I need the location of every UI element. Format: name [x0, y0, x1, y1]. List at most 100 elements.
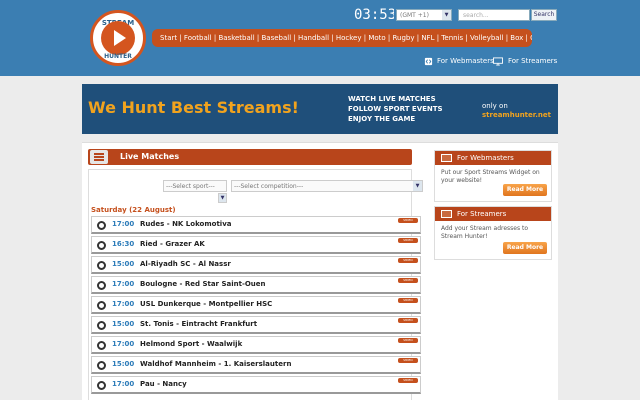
video-badge: VIDEO [398, 218, 418, 223]
nav-item-volleyball[interactable]: Volleyball [470, 34, 504, 42]
match-time: 17:00 [112, 340, 135, 348]
nav-item-baseball[interactable]: Baseball [261, 34, 291, 42]
video-badge: VIDEO [398, 318, 418, 323]
sport-select[interactable]: ---Select sport--- ▼ [163, 180, 227, 203]
nav-item-start[interactable]: Start [160, 34, 177, 42]
match-title[interactable]: Rudes - NK Lokomotiva [140, 220, 231, 228]
nav-separator: | [177, 34, 184, 42]
timezone-select[interactable]: (GMT +1) ▼ [396, 9, 452, 21]
match-title[interactable]: St. Tonis - Eintracht Frankfurt [140, 320, 257, 328]
streamers-box: For Streamers Add your Stream adresses t… [434, 206, 552, 260]
live-matches-title: Live Matches [120, 152, 180, 161]
video-badge: VIDEO [398, 298, 418, 303]
match-row[interactable]: 15:00 Al-Riyadh SC - Al Nassr VIDEO [91, 256, 421, 274]
timezone-value: (GMT +1) [400, 12, 429, 19]
nav-item-basketball[interactable]: Basketball [218, 34, 254, 42]
menu-icon[interactable] [90, 150, 108, 164]
match-row[interactable]: 17:00 Helmond Sport - Waalwijk VIDEO [91, 336, 421, 354]
match-title[interactable]: Pau - Nancy [140, 380, 187, 388]
live-matches-header: Live Matches [88, 149, 412, 165]
nav-item-rugby[interactable]: Rugby [392, 34, 414, 42]
nav-item-handball[interactable]: Handball [298, 34, 329, 42]
banner-tagline-1: WATCH LIVE MATCHES [348, 95, 436, 103]
soccer-ball-icon [97, 361, 106, 370]
soccer-ball-icon [97, 221, 106, 230]
webmasters-read-more-button[interactable]: Read More [503, 184, 547, 196]
video-badge: VIDEO [398, 378, 418, 383]
match-title[interactable]: USL Dunkerque - Montpellier HSC [140, 300, 272, 308]
nav-item-others[interactable]: Others [530, 34, 532, 42]
webmasters-box-header: For Webmasters [435, 151, 551, 165]
chevron-down-icon[interactable]: ▼ [413, 181, 422, 191]
banner-headline: We Hunt Best Streams! [88, 98, 299, 117]
search-button[interactable]: Search [531, 9, 557, 21]
match-title[interactable]: Waldhof Mannheim - 1. Kaiserslautern [140, 360, 291, 368]
site-logo[interactable]: STREAM HUNTER [90, 10, 146, 66]
match-time: 15:00 [112, 360, 135, 368]
header-link-streamers[interactable]: For Streamers [492, 56, 557, 66]
competition-select-value: ---Select competition--- [234, 183, 304, 190]
match-title[interactable]: Helmond Sport - Waalwijk [140, 340, 242, 348]
match-time: 17:00 [112, 380, 135, 388]
logo-text-bottom: HUNTER [104, 53, 132, 60]
streamers-box-text: Add your Stream adresses to Stream Hunte… [441, 225, 529, 240]
nav-item-moto[interactable]: Moto [368, 34, 385, 42]
chevron-down-icon[interactable]: ▼ [218, 193, 227, 203]
match-title[interactable]: Ried - Grazer AK [140, 240, 205, 248]
promo-banner[interactable]: We Hunt Best Streams! WATCH LIVE MATCHES… [82, 84, 558, 134]
nav-item-tennis[interactable]: Tennis [441, 34, 463, 42]
webmasters-box-title: For Webmasters [457, 154, 514, 162]
sport-select-value: ---Select sport--- [166, 183, 215, 190]
header-link-webmasters[interactable]: For Webmasters [424, 56, 494, 66]
video-badge: VIDEO [398, 338, 418, 343]
banner-tagline-3: ENJOY THE GAME [348, 115, 416, 123]
nav-item-box[interactable]: Box [510, 34, 523, 42]
webmasters-box: For Webmasters Put our Sport Streams Wid… [434, 150, 552, 202]
soccer-ball-icon [97, 341, 106, 350]
soccer-ball-icon [97, 261, 106, 270]
match-title[interactable]: Boulogne - Red Star Saint-Ouen [140, 280, 266, 288]
nav-separator: | [291, 34, 298, 42]
streamers-box-title: For Streamers [457, 210, 507, 218]
match-time: 16:30 [112, 240, 135, 248]
banner-only-on: only on [482, 102, 508, 110]
match-row[interactable]: 15:00 St. Tonis - Eintracht Frankfurt VIDE… [91, 316, 421, 334]
match-row[interactable]: 15:00 Waldhof Mannheim - 1. Kaiserslauter… [91, 356, 421, 374]
streamers-read-more-button[interactable]: Read More [503, 242, 547, 254]
banner-site-name: streamhunter.net [482, 111, 551, 119]
nav-item-nfl[interactable]: NFL [421, 34, 434, 42]
match-row[interactable]: 17:00 USL Dunkerque - Montpellier HSC VIDE… [91, 296, 421, 314]
match-title[interactable]: Al-Riyadh SC - Al Nassr [140, 260, 231, 268]
match-list: 17:00 Rudes - NK Lokomotiva VIDEO 16:30 Ried… [91, 216, 421, 396]
nav-item-hockey[interactable]: Hockey [336, 34, 362, 42]
video-badge: VIDEO [398, 238, 418, 243]
monitor-icon [441, 210, 452, 218]
streamers-box-header: For Streamers [435, 207, 551, 221]
nav-item-football[interactable]: Football [184, 34, 212, 42]
video-badge: VIDEO [398, 358, 418, 363]
match-row[interactable]: 16:30 Ried - Grazer AK VIDEO [91, 236, 421, 254]
match-row[interactable]: 17:00 Rudes - NK Lokomotiva VIDEO [91, 216, 421, 234]
banner-site: only on streamhunter.net [482, 102, 551, 120]
soccer-ball-icon [97, 241, 106, 250]
banner-tagline-2: FOLLOW SPORT EVENTS [348, 105, 443, 113]
nav-separator: | [463, 34, 470, 42]
chevron-down-icon[interactable]: ▼ [442, 10, 451, 20]
video-badge: VIDEO [398, 278, 418, 283]
search-input[interactable]: search... [458, 9, 530, 21]
header-link-streamers-label: For Streamers [508, 57, 558, 65]
nav-separator: | [329, 34, 336, 42]
match-time: 15:00 [112, 320, 135, 328]
live-matches-panel: ---Select sport--- ▼ ---Select competiti… [88, 169, 423, 400]
competition-select[interactable]: ---Select competition--- ▼ [231, 180, 423, 192]
match-row[interactable]: 17:00 Pau - Nancy VIDEO [91, 376, 421, 394]
soccer-ball-icon [97, 281, 106, 290]
match-time: 17:00 [112, 280, 135, 288]
soccer-ball-icon [97, 301, 106, 310]
match-time: 15:00 [112, 260, 135, 268]
site-header: STREAM HUNTER 03:53:26 (GMT +1) ▼ search… [0, 0, 640, 76]
play-icon [114, 30, 126, 46]
soccer-ball-icon [97, 381, 106, 390]
match-row[interactable]: 17:00 Boulogne - Red Star Saint-Ouen VIDEO [91, 276, 421, 294]
match-time: 17:00 [112, 300, 135, 308]
